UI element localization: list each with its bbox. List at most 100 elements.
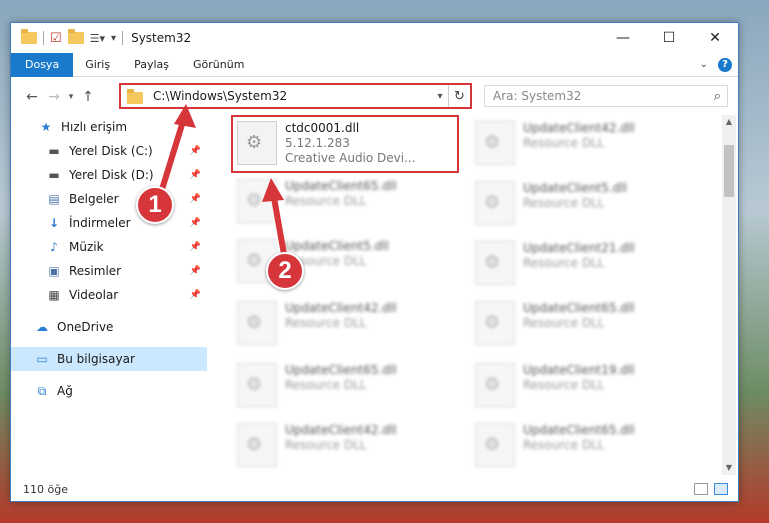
scroll-up-icon[interactable]: ▲ bbox=[722, 115, 736, 129]
address-bar[interactable]: C:\Windows\System32 ▾ ↻ bbox=[119, 83, 472, 109]
pin-icon[interactable]: 📌 bbox=[190, 170, 201, 180]
sidebar-item-label: OneDrive bbox=[57, 320, 114, 334]
pictures-icon: ▣ bbox=[48, 264, 60, 278]
sidebar-item-pictures[interactable]: ▣ Resimler 📌 bbox=[11, 259, 207, 283]
chevron-down-icon[interactable]: ▾ bbox=[432, 91, 448, 102]
sidebar-item-this-pc[interactable]: ▭ Bu bilgisayar bbox=[11, 347, 207, 371]
minimize-button[interactable]: — bbox=[600, 23, 646, 53]
forward-button[interactable]: → bbox=[43, 89, 65, 105]
file-item-ctdc0001[interactable]: ctdc0001.dll 5.12.1.283 Creative Audio D… bbox=[231, 115, 459, 173]
tab-view[interactable]: Görünüm bbox=[181, 53, 256, 77]
file-item[interactable]: UpdateClient65.dllResource DLL bbox=[233, 359, 461, 417]
dll-file-icon bbox=[237, 179, 277, 223]
videos-icon: ▦ bbox=[48, 288, 60, 302]
file-item[interactable]: UpdateClient42.dllResource DLL bbox=[233, 419, 461, 475]
back-button[interactable]: ← bbox=[21, 89, 43, 105]
sidebar-item-downloads[interactable]: ↓ İndirmeler 📌 bbox=[11, 211, 207, 235]
tiles-view-icon[interactable] bbox=[714, 483, 728, 495]
sidebar-item-label: Resimler bbox=[69, 264, 122, 278]
chevron-down-icon[interactable]: ▾ bbox=[111, 33, 116, 44]
file-name: UpdateClient65.dll bbox=[523, 423, 635, 437]
pin-icon[interactable]: 📌 bbox=[190, 266, 201, 276]
pin-icon[interactable]: 📌 bbox=[190, 242, 201, 252]
sidebar-item-network[interactable]: ⧉ Ağ bbox=[11, 379, 207, 403]
new-folder-icon[interactable] bbox=[67, 29, 84, 44]
recent-locations-button[interactable]: ▾ bbox=[65, 92, 77, 102]
maximize-button[interactable]: ☐ bbox=[646, 23, 692, 53]
file-item[interactable]: UpdateClient19.dllResource DLL bbox=[471, 359, 699, 417]
pin-icon[interactable]: 📌 bbox=[190, 290, 201, 300]
file-item[interactable]: UpdateClient5.dllResource DLL bbox=[471, 177, 699, 235]
sidebar-item-onedrive[interactable]: ☁ OneDrive bbox=[11, 315, 207, 339]
tab-file[interactable]: Dosya bbox=[11, 52, 74, 77]
scroll-thumb[interactable] bbox=[724, 145, 734, 197]
network-icon: ⧉ bbox=[37, 383, 47, 398]
vertical-scrollbar[interactable]: ▲ ▼ bbox=[722, 115, 736, 475]
sidebar-item-disk-c[interactable]: ▬ Yerel Disk (C:) 📌 bbox=[11, 139, 207, 163]
search-input[interactable]: Ara: System32 ⌕ bbox=[484, 85, 728, 107]
pin-icon[interactable]: 📌 bbox=[190, 218, 201, 228]
search-icon: ⌕ bbox=[713, 88, 721, 104]
status-bar: 110 öğe bbox=[11, 477, 738, 501]
file-name: UpdateClient42.dll bbox=[285, 423, 397, 437]
file-name: ctdc0001.dll bbox=[285, 121, 360, 135]
file-list: ctdc0001.dll 5.12.1.283 Creative Audio D… bbox=[221, 115, 723, 475]
up-button[interactable]: ↑ bbox=[77, 89, 99, 105]
file-item[interactable]: UpdateClient21.dllResource DLL bbox=[471, 237, 699, 295]
properties-icon[interactable]: ☑ bbox=[50, 31, 62, 46]
file-description: Creative Audio Devi... bbox=[285, 151, 416, 165]
dll-file-icon bbox=[475, 181, 515, 225]
file-name: UpdateClient65.dll bbox=[285, 363, 397, 377]
drive-icon: ▬ bbox=[48, 168, 60, 182]
ribbon-tabs: Dosya Giriş Paylaş Görünüm ⌄ ? bbox=[11, 52, 738, 77]
documents-icon: ▤ bbox=[48, 192, 60, 206]
expand-ribbon-icon[interactable]: ⌄ bbox=[700, 59, 708, 70]
file-description: Resource DLL bbox=[285, 194, 367, 208]
file-description: Resource DLL bbox=[523, 316, 605, 330]
refresh-button[interactable]: ↻ bbox=[448, 85, 470, 107]
address-row: ← → ▾ ↑ C:\Windows\System32 ▾ ↻ Ara: Sys… bbox=[11, 81, 738, 113]
sidebar-item-label: Videolar bbox=[69, 288, 119, 302]
file-name: UpdateClient5.dll bbox=[285, 239, 389, 253]
sidebar-item-label: İndirmeler bbox=[69, 216, 131, 230]
file-name: UpdateClient42.dll bbox=[523, 121, 635, 135]
file-description: Resource DLL bbox=[523, 256, 605, 270]
file-name: UpdateClient65.dll bbox=[285, 179, 397, 193]
file-item[interactable]: UpdateClient42.dllResource DLL bbox=[471, 117, 699, 175]
drive-icon: ▬ bbox=[48, 144, 60, 158]
pin-icon[interactable]: 📌 bbox=[190, 146, 201, 156]
download-icon: ↓ bbox=[48, 216, 60, 230]
address-path[interactable]: C:\Windows\System32 bbox=[153, 89, 287, 103]
scroll-down-icon[interactable]: ▼ bbox=[722, 461, 736, 475]
sidebar-item-disk-d[interactable]: ▬ Yerel Disk (D:) 📌 bbox=[11, 163, 207, 187]
step-badge-2: 2 bbox=[266, 252, 304, 290]
sidebar-item-quick-access[interactable]: ★ Hızlı erişim bbox=[11, 115, 207, 139]
sidebar-item-videos[interactable]: ▦ Videolar 📌 bbox=[11, 283, 207, 307]
file-item[interactable]: UpdateClient65.dllResource DLL bbox=[471, 297, 699, 355]
file-item[interactable]: UpdateClient65.dllResource DLL bbox=[233, 175, 461, 233]
sidebar-item-label: Müzik bbox=[69, 240, 104, 254]
sidebar-item-label: Ağ bbox=[57, 384, 73, 398]
file-item[interactable]: UpdateClient42.dllResource DLL bbox=[233, 297, 461, 355]
tab-home[interactable]: Giriş bbox=[73, 53, 122, 77]
close-button[interactable]: ✕ bbox=[692, 23, 738, 53]
sidebar-item-music[interactable]: ♪ Müzik 📌 bbox=[11, 235, 207, 259]
music-icon: ♪ bbox=[50, 240, 58, 254]
explorer-window: ☑ ☰▾ ▾ System32 — ☐ ✕ Dosya Giriş Paylaş… bbox=[10, 22, 739, 502]
star-icon: ★ bbox=[40, 120, 52, 134]
details-view-icon[interactable] bbox=[694, 483, 708, 495]
navigation-pane: ★ Hızlı erişim ▬ Yerel Disk (C:) 📌 ▬ Yer… bbox=[11, 115, 207, 475]
sidebar-item-documents[interactable]: ▤ Belgeler 📌 bbox=[11, 187, 207, 211]
search-placeholder: Ara: System32 bbox=[493, 89, 582, 103]
file-item[interactable]: UpdateClient65.dllResource DLL bbox=[471, 419, 699, 475]
folder-icon bbox=[127, 88, 143, 104]
step-badge-1: 1 bbox=[136, 186, 174, 224]
pin-icon[interactable]: 📌 bbox=[190, 194, 201, 204]
sidebar-item-label: Yerel Disk (D:) bbox=[69, 168, 154, 182]
help-icon[interactable]: ? bbox=[718, 57, 732, 72]
tab-share[interactable]: Paylaş bbox=[122, 53, 181, 77]
dll-file-icon bbox=[237, 121, 277, 165]
customize-icon[interactable]: ☰▾ bbox=[90, 32, 105, 45]
